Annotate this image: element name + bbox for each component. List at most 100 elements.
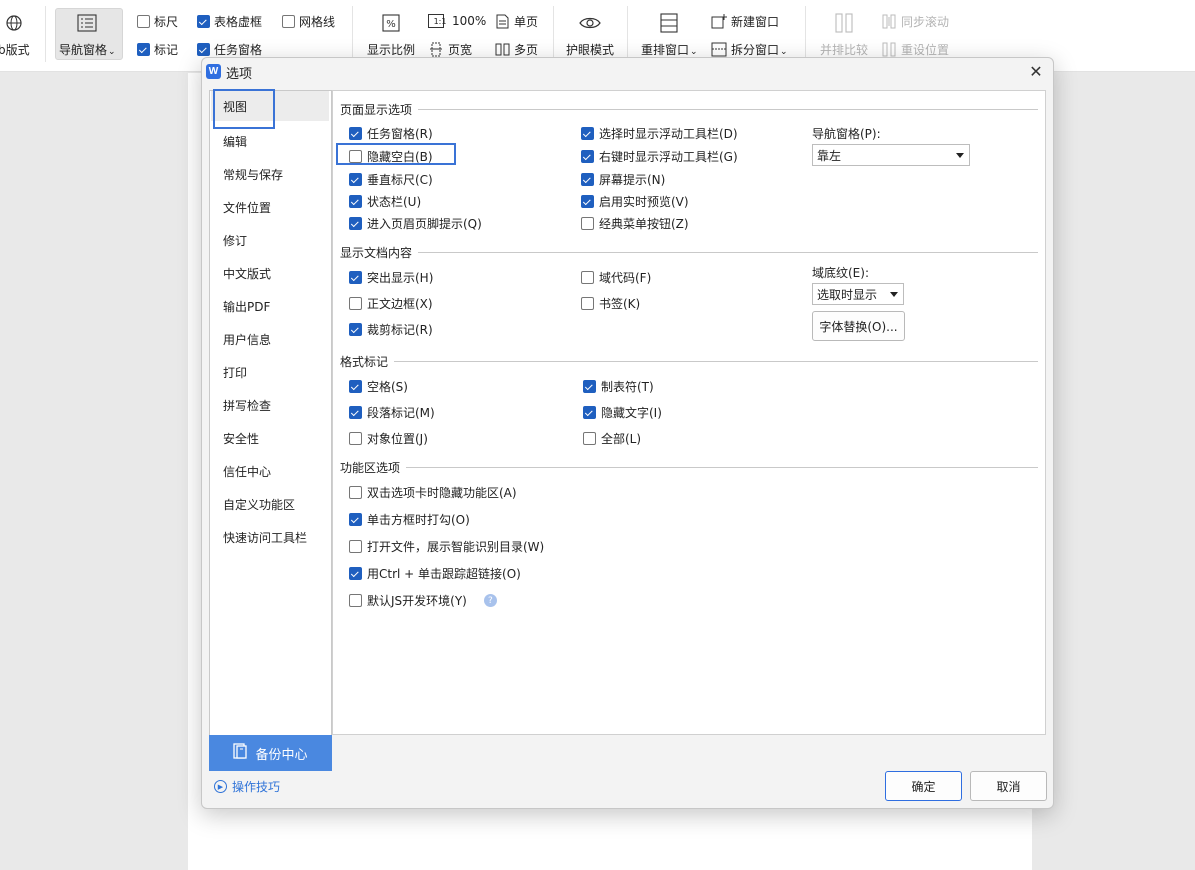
single-page-icon bbox=[494, 14, 510, 30]
options-category-list: 视图 编辑 常规与保存 文件位置 修订 中文版式 输出PDF 用户信息 打印 拼… bbox=[209, 89, 332, 770]
reset-position-icon bbox=[881, 42, 897, 58]
crop-marks-option-check bbox=[349, 323, 362, 336]
float-toolbar-right-option[interactable]: 右键时显示浮动工具栏(G) bbox=[581, 148, 738, 165]
nav-pane-position-select[interactable]: 靠左 bbox=[812, 144, 970, 166]
close-icon[interactable]: ✕ bbox=[1025, 60, 1047, 82]
field-shading-label: 域底纹(E): bbox=[812, 266, 869, 280]
crop-marks-option[interactable]: 裁剪标记(R) bbox=[349, 321, 433, 338]
nav-item-trust-center[interactable]: 信任中心 bbox=[211, 456, 329, 486]
multi-page-button[interactable]: 多页 bbox=[494, 41, 538, 58]
options-dialog: W 选项 ✕ 视图 编辑 常规与保存 文件位置 修订 中文版式 输出PDF 用户… bbox=[201, 57, 1054, 809]
chevron-down-icon: ⌄ bbox=[690, 47, 698, 57]
hidden-text-option[interactable]: 隐藏文字(I) bbox=[583, 404, 662, 421]
reset-position-button[interactable]: 重设位置 bbox=[881, 41, 949, 58]
nav-item-file-location[interactable]: 文件位置 bbox=[211, 192, 329, 222]
live-preview-option[interactable]: 启用实时预览(V) bbox=[581, 193, 689, 210]
wps-logo-icon: W bbox=[206, 64, 221, 79]
object-anchors-option[interactable]: 对象位置(J) bbox=[349, 430, 428, 447]
ribbon-divider bbox=[45, 6, 46, 62]
side-by-side-button[interactable]: 并排比较 bbox=[820, 12, 868, 58]
ruler-checkbox[interactable]: 标尺 bbox=[137, 13, 178, 30]
field-codes-option-check bbox=[581, 271, 594, 284]
nav-item-print[interactable]: 打印 bbox=[211, 357, 329, 387]
hidden-text-option-check bbox=[583, 406, 596, 419]
tabs-option[interactable]: 制表符(T) bbox=[583, 378, 654, 395]
rearrange-window-button[interactable]: 重排窗口⌄ bbox=[641, 12, 698, 58]
bookmarks-option-check bbox=[581, 297, 594, 310]
classic-menu-option[interactable]: 经典菜单按钮(Z) bbox=[581, 215, 689, 232]
section-ribbon-options: 功能区选项 bbox=[340, 459, 1038, 476]
js-env-option[interactable]: 默认JS开发环境(Y)? bbox=[349, 592, 497, 609]
zoom-ratio-button[interactable]: % 显示比例 bbox=[367, 12, 415, 58]
status-bar-option[interactable]: 状态栏(U) bbox=[349, 193, 421, 210]
vertical-ruler-option[interactable]: 垂直标尺(C) bbox=[349, 171, 433, 188]
table-gridlines-checkbox[interactable]: 表格虚框 bbox=[197, 13, 262, 30]
task-pane-checkbox[interactable]: 任务窗格 bbox=[197, 41, 262, 58]
field-codes-option[interactable]: 域代码(F) bbox=[581, 269, 651, 286]
operation-tips-link[interactable]: ▶ 操作技巧 bbox=[214, 778, 280, 795]
click-check-option[interactable]: 单击方框时打勾(O) bbox=[349, 511, 470, 528]
nav-item-security[interactable]: 安全性 bbox=[211, 423, 329, 453]
eye-protect-button[interactable]: 护眼模式 bbox=[566, 12, 614, 58]
nav-item-quick-access[interactable]: 快速访问工具栏 bbox=[211, 522, 329, 552]
object-anchors-option-check bbox=[349, 432, 362, 445]
task-pane-option[interactable]: 任务窗格(R) bbox=[349, 125, 433, 142]
gridlines-checkbox[interactable]: 网格线 bbox=[282, 13, 335, 30]
sync-scroll-icon bbox=[881, 14, 897, 30]
ctrl-click-link-option[interactable]: 用Ctrl + 单击跟踪超链接(O) bbox=[349, 565, 521, 582]
web-layout-button[interactable]: b版式 bbox=[0, 12, 30, 58]
split-window-button[interactable]: 拆分窗口⌄ bbox=[711, 41, 788, 58]
nav-pane-label-group[interactable]: 导航窗格⌄ bbox=[59, 12, 116, 58]
nav-item-export-pdf[interactable]: 输出PDF bbox=[211, 291, 329, 321]
help-icon[interactable]: ? bbox=[483, 594, 497, 607]
screen-tips-option[interactable]: 屏幕提示(N) bbox=[581, 171, 665, 188]
nav-item-chinese-layout[interactable]: 中文版式 bbox=[211, 258, 329, 288]
single-page-button[interactable]: 单页 bbox=[494, 13, 538, 30]
marks-checkbox[interactable]: 标记 bbox=[137, 41, 178, 58]
backup-center-button[interactable]: 备份中心 bbox=[209, 735, 332, 771]
task-pane-check bbox=[197, 43, 210, 56]
sync-scroll-button[interactable]: 同步滚动 bbox=[881, 13, 949, 30]
bookmarks-option[interactable]: 书签(K) bbox=[581, 295, 640, 312]
nav-item-user-info[interactable]: 用户信息 bbox=[211, 324, 329, 354]
float-toolbar-right-option-check bbox=[581, 150, 594, 163]
page-width-button[interactable]: 页宽 bbox=[428, 41, 472, 58]
new-window-icon bbox=[711, 14, 727, 30]
ribbon-divider bbox=[805, 6, 806, 62]
paragraph-marks-option[interactable]: 段落标记(M) bbox=[349, 404, 435, 421]
dblclick-hide-ribbon-option[interactable]: 双击选项卡时隐藏功能区(A) bbox=[349, 484, 517, 501]
header-footer-hint-option[interactable]: 进入页眉页脚提示(Q) bbox=[349, 215, 482, 232]
dialog-titlebar[interactable]: W 选项 ✕ bbox=[202, 58, 1053, 85]
nav-item-general-save[interactable]: 常规与保存 bbox=[211, 159, 329, 189]
selection-highlight bbox=[213, 89, 275, 129]
font-substitution-button[interactable]: 字体替换(O)... bbox=[812, 311, 905, 341]
live-preview-option-check bbox=[581, 195, 594, 208]
nav-item-customize-ribbon[interactable]: 自定义功能区 bbox=[211, 489, 329, 519]
split-window-icon bbox=[711, 42, 727, 58]
spaces-option[interactable]: 空格(S) bbox=[349, 378, 408, 395]
nav-item-edit[interactable]: 编辑 bbox=[211, 126, 329, 156]
all-marks-option[interactable]: 全部(L) bbox=[583, 430, 641, 447]
paragraph-marks-option-check bbox=[349, 406, 362, 419]
text-boundaries-option[interactable]: 正文边框(X) bbox=[349, 295, 433, 312]
float-toolbar-select-option[interactable]: 选择时显示浮动工具栏(D) bbox=[581, 125, 738, 142]
chevron-down-icon: ⌄ bbox=[780, 47, 788, 57]
nav-item-revision[interactable]: 修订 bbox=[211, 225, 329, 255]
ok-button[interactable]: 确定 bbox=[885, 771, 962, 801]
section-format-marks: 格式标记 bbox=[340, 353, 1038, 370]
new-window-button[interactable]: 新建窗口 bbox=[711, 13, 779, 30]
cancel-button[interactable]: 取消 bbox=[970, 771, 1047, 801]
view-options-panel: 页面显示选项 任务窗格(R) 隐藏空白(B) 垂直标尺(C) 状态栏(U) 进入… bbox=[332, 90, 1046, 735]
nav-item-spell-check[interactable]: 拼写检查 bbox=[211, 390, 329, 420]
highlight-option[interactable]: 突出显示(H) bbox=[349, 269, 433, 286]
header-footer-hint-option-check bbox=[349, 217, 362, 230]
smart-toc-option-check bbox=[349, 540, 362, 553]
document-background bbox=[0, 73, 188, 870]
multi-page-icon bbox=[494, 42, 510, 58]
hide-blank-option[interactable]: 隐藏空白(B) bbox=[349, 148, 433, 165]
text-boundaries-option-check bbox=[349, 297, 362, 310]
smart-toc-option[interactable]: 打开文件，展示智能识别目录(W) bbox=[349, 538, 544, 555]
one-to-one-button[interactable]: 1:1 100% bbox=[428, 13, 486, 29]
js-env-option-check bbox=[349, 594, 362, 607]
field-shading-select[interactable]: 选取时显示 bbox=[812, 283, 904, 305]
